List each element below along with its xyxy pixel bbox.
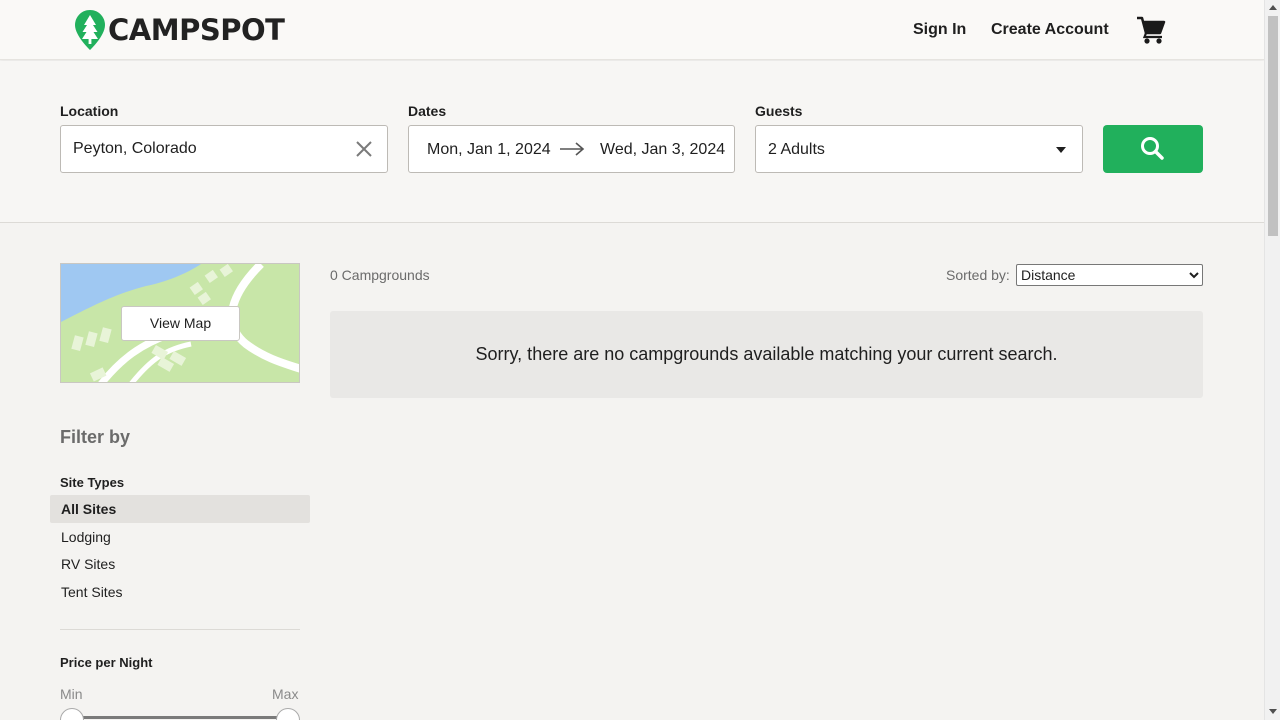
shopping-cart-icon[interactable] (1136, 16, 1166, 44)
location-input[interactable] (73, 126, 343, 172)
dates-field[interactable]: Mon, Jan 1, 2024 Wed, Jan 3, 2024 (408, 125, 735, 173)
dates-label: Dates (408, 103, 447, 119)
guests-select[interactable]: 2 Adults (755, 125, 1083, 173)
page-scrollbar[interactable] (1264, 0, 1280, 720)
empty-results-message: Sorry, there are no campgrounds availabl… (475, 344, 1058, 364)
price-min-label: Min (60, 686, 83, 702)
filter-divider (60, 629, 300, 630)
filter-by-heading: Filter by (60, 427, 131, 447)
search-button[interactable] (1103, 125, 1203, 173)
campground-count: 0 Campgrounds (330, 267, 430, 283)
guests-label: Guests (755, 103, 803, 119)
price-slider-track[interactable] (70, 716, 290, 719)
guests-value: 2 Adults (768, 141, 825, 158)
scroll-down-icon[interactable] (1269, 709, 1277, 714)
location-field[interactable] (60, 125, 388, 173)
view-map-button[interactable]: View Map (121, 306, 240, 341)
price-per-night-heading: Price per Night (60, 655, 153, 670)
site-type-tent-sites[interactable]: Tent Sites (50, 578, 310, 606)
clear-icon[interactable] (355, 140, 373, 158)
scroll-up-icon[interactable] (1269, 5, 1277, 10)
check-in-date[interactable]: Mon, Jan 1, 2024 (427, 140, 551, 160)
tree-pin-icon (75, 10, 105, 50)
site-type-rv-sites[interactable]: RV Sites (50, 550, 310, 578)
site-type-lodging[interactable]: Lodging (50, 523, 310, 551)
location-label: Location (60, 103, 119, 119)
chevron-down-icon (1056, 147, 1066, 153)
magnifier-icon (1141, 137, 1164, 160)
sort-select[interactable]: Distance (1016, 264, 1203, 286)
scrollbar-thumb[interactable] (1268, 16, 1278, 236)
price-slider-min-handle[interactable] (60, 708, 84, 720)
map-preview[interactable]: View Map (60, 263, 300, 383)
sign-in-link[interactable]: Sign In (913, 20, 966, 40)
campspot-logo[interactable]: CAMPSPOT (74, 9, 285, 51)
price-slider-max-handle[interactable] (276, 708, 300, 720)
search-bar: Location Dates Mon, Jan 1, 2024 Wed, Jan… (0, 61, 1264, 223)
check-out-date[interactable]: Wed, Jan 3, 2024 (600, 140, 725, 160)
site-type-all-sites[interactable]: All Sites (50, 495, 310, 523)
sort-label: Sorted by: (946, 267, 1010, 283)
create-account-link[interactable]: Create Account (991, 20, 1109, 40)
top-header: CAMPSPOT Sign In Create Account (0, 0, 1264, 60)
empty-results-panel: Sorry, there are no campgrounds availabl… (330, 311, 1203, 398)
logo-wordmark: CAMPSPOT (108, 13, 285, 47)
price-max-label: Max (272, 686, 299, 702)
arrow-right-icon (560, 142, 585, 156)
site-types-heading: Site Types (60, 475, 125, 490)
